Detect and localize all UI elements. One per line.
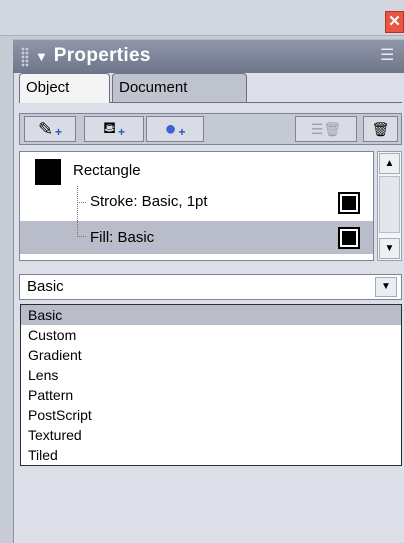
stroke-color-swatch[interactable]: [338, 192, 360, 214]
attributes-scrollbar[interactable]: ▲ ▼: [377, 151, 402, 261]
scrollbar-thumb[interactable]: [379, 176, 400, 233]
pencil-icon: ✎: [37, 118, 54, 139]
fill-attribute-row[interactable]: Fill: Basic: [20, 221, 373, 254]
attribute-toolbar: ✎ + ⛾ + ● + ☰🗑 🗑: [19, 113, 402, 145]
drag-grip-icon[interactable]: [21, 47, 29, 67]
option-custom[interactable]: Custom: [21, 325, 401, 345]
chevron-down-icon[interactable]: ▼: [375, 277, 397, 297]
properties-panel-header[interactable]: ▼ Properties ☰: [13, 39, 404, 73]
stroke-label: Stroke: Basic, 1pt: [90, 193, 208, 210]
close-button[interactable]: ✕: [385, 11, 404, 33]
panel-menu-icon[interactable]: ☰: [380, 48, 398, 64]
option-textured[interactable]: Textured: [21, 425, 401, 445]
duplicate-delete-button[interactable]: ☰🗑: [295, 116, 357, 142]
fill-type-select[interactable]: Basic ▼: [19, 274, 402, 300]
object-color-swatch: [35, 159, 61, 185]
tree-connector: [77, 221, 86, 237]
option-pattern[interactable]: Pattern: [21, 385, 401, 405]
option-postscript[interactable]: PostScript: [21, 405, 401, 425]
trash-icon: 🗑: [371, 120, 390, 137]
window-titlebar: [0, 0, 404, 36]
close-icon: ✕: [388, 13, 401, 30]
option-lens[interactable]: Lens: [21, 365, 401, 385]
fill-type-value: Basic: [27, 278, 64, 295]
fill-label: Fill: Basic: [90, 229, 155, 246]
panel-title: ▼ Properties: [35, 45, 151, 66]
option-gradient[interactable]: Gradient: [21, 345, 401, 365]
remove-attribute-button[interactable]: 🗑: [363, 116, 398, 142]
duplicate-delete-icon: ☰🗑: [310, 120, 342, 137]
add-effect-button[interactable]: ● +: [146, 116, 204, 142]
object-name-row[interactable]: Rectangle: [73, 162, 141, 179]
paint-bucket-icon: ⛾: [102, 120, 117, 137]
sphere-icon: ●: [164, 117, 177, 140]
fill-type-options-list: Basic Custom Gradient Lens Pattern PostS…: [20, 304, 402, 466]
option-basic[interactable]: Basic: [21, 305, 401, 325]
plus-icon: +: [118, 125, 126, 139]
scroll-up-icon[interactable]: ▲: [379, 153, 400, 174]
tab-object[interactable]: Object: [19, 73, 110, 103]
plus-icon: +: [55, 125, 63, 139]
add-stroke-button[interactable]: ✎ +: [24, 116, 76, 142]
attributes-list: Rectangle Stroke: Basic, 1pt Fill: Basic: [19, 151, 374, 261]
stroke-attribute-row[interactable]: Stroke: Basic, 1pt: [20, 186, 373, 219]
fill-color-swatch[interactable]: [338, 227, 360, 249]
add-fill-button[interactable]: ⛾ +: [84, 116, 144, 142]
plus-icon: +: [178, 125, 186, 139]
collapse-icon[interactable]: ▼: [35, 49, 48, 64]
tab-document[interactable]: Document: [112, 73, 247, 102]
scroll-down-icon[interactable]: ▼: [379, 238, 400, 259]
option-tiled[interactable]: Tiled: [21, 445, 401, 465]
